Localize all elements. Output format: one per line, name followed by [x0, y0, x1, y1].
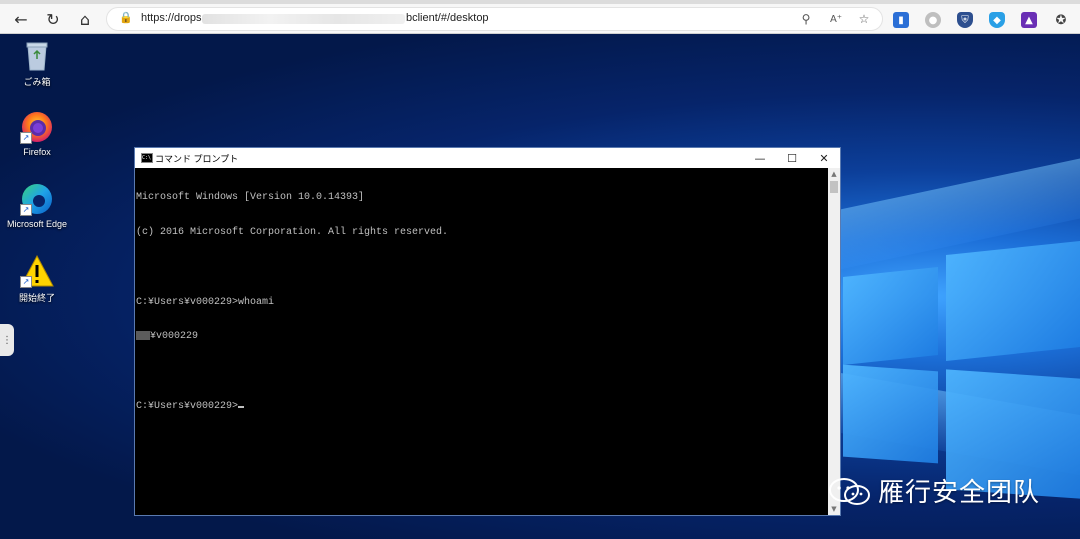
- wallpaper-logo-pane: [843, 364, 938, 464]
- desktop-icon-recycle-bin[interactable]: ごみ箱: [6, 38, 68, 88]
- console-line-whoami-result: ¥v000229: [136, 331, 829, 343]
- wechat-icon: [828, 477, 872, 505]
- shortcut-arrow-icon: ↗: [20, 132, 32, 144]
- extension-hat-icon[interactable]: ▲: [1021, 12, 1037, 28]
- extension-circle-icon[interactable]: ●: [925, 12, 941, 28]
- warning-icon: ↗: [20, 254, 54, 288]
- wallpaper-logo-pane: [843, 267, 938, 365]
- grip-icon: ⋮: [2, 334, 12, 346]
- whoami-user: ¥v000229: [150, 331, 199, 343]
- favorite-star-icon[interactable]: ☆: [855, 10, 873, 28]
- key-icon[interactable]: ⚲: [797, 10, 815, 28]
- scroll-up-icon[interactable]: ▲: [828, 168, 840, 180]
- console-line: (c) 2016 Microsoft Corporation. All righ…: [136, 226, 449, 238]
- back-icon[interactable]: ←: [9, 7, 33, 31]
- redacted-domain: [136, 331, 150, 341]
- console-line: C:¥Users¥v000229>whoami: [136, 296, 275, 308]
- edge-icon: ↗: [20, 182, 54, 216]
- desktop-icon-label: 開始終了: [18, 293, 55, 303]
- url-suffix: bclient/#/desktop: [406, 12, 489, 24]
- shortcut-arrow-icon: ↗: [20, 204, 32, 216]
- desktop-icon-label: Firefox: [23, 147, 51, 157]
- url-redacted: [202, 14, 405, 24]
- scroll-thumb[interactable]: [830, 181, 838, 193]
- desktop-icon-warning[interactable]: ↗ 開始終了: [6, 254, 68, 304]
- refresh-icon[interactable]: ↻: [41, 7, 65, 31]
- desktop-icon-edge[interactable]: ↗ Microsoft Edge: [6, 182, 68, 229]
- extensions-puzzle-icon[interactable]: ✪: [1053, 12, 1069, 28]
- desktop-icon-label: ごみ箱: [23, 77, 51, 87]
- console-line: Microsoft Windows [Version 10.0.14393]: [136, 192, 365, 204]
- url-prefix: https://drops.: [141, 12, 205, 24]
- text-cursor: [238, 405, 245, 408]
- recycle-bin-icon: [20, 38, 54, 72]
- close-icon[interactable]: ✕: [807, 148, 841, 168]
- desktop-icon-firefox[interactable]: ↗ Firefox: [6, 110, 68, 157]
- read-aloud-icon[interactable]: A⁺: [827, 10, 845, 28]
- watermark: 雁行安全团队: [828, 472, 1040, 509]
- cmd-title: コマンド プロンプト: [155, 154, 239, 164]
- console-output[interactable]: Microsoft Windows [Version 10.0.14393] (…: [135, 168, 829, 516]
- watermark-text: 雁行安全团队: [878, 478, 1041, 508]
- side-panel-handle[interactable]: ⋮: [0, 324, 14, 356]
- remote-desktop[interactable]: ごみ箱 ↗ Firefox ↗ Microsoft Edge ↗ 開始終了 ⋮ …: [0, 34, 1080, 539]
- browser-toolbar: ← ↻ ⌂ 🔒 https://drops. bclient/#/desktop…: [0, 4, 1080, 34]
- extension-bookmark-icon[interactable]: ▮: [893, 12, 909, 28]
- console-prompt: C:¥Users¥v000229>: [136, 400, 239, 412]
- shortcut-arrow-icon: ↗: [20, 276, 32, 288]
- extension-shield-icon[interactable]: ⛨: [957, 12, 973, 28]
- cmd-window[interactable]: C:\ コマンド プロンプト — ☐ ✕ Microsoft Windows […: [134, 147, 841, 516]
- maximize-icon[interactable]: ☐: [775, 148, 809, 168]
- wallpaper-logo-pane: [946, 240, 1080, 362]
- cmd-scrollbar[interactable]: ▲ ▼: [828, 168, 840, 515]
- minimize-icon[interactable]: —: [743, 148, 777, 168]
- console-prompt-line: C:¥Users¥v000229>: [136, 401, 829, 413]
- cmd-app-icon: C:\: [141, 153, 153, 163]
- address-bar[interactable]: 🔒 https://drops. bclient/#/desktop ⚲ A⁺ …: [106, 7, 883, 31]
- home-icon[interactable]: ⌂: [73, 7, 97, 31]
- desktop-icon-label: Microsoft Edge: [6, 219, 68, 229]
- cmd-titlebar[interactable]: C:\ コマンド プロンプト — ☐ ✕: [135, 148, 840, 168]
- extension-gem-icon[interactable]: ◆: [989, 12, 1005, 28]
- lock-icon[interactable]: 🔒: [119, 11, 133, 25]
- firefox-icon: ↗: [20, 110, 54, 144]
